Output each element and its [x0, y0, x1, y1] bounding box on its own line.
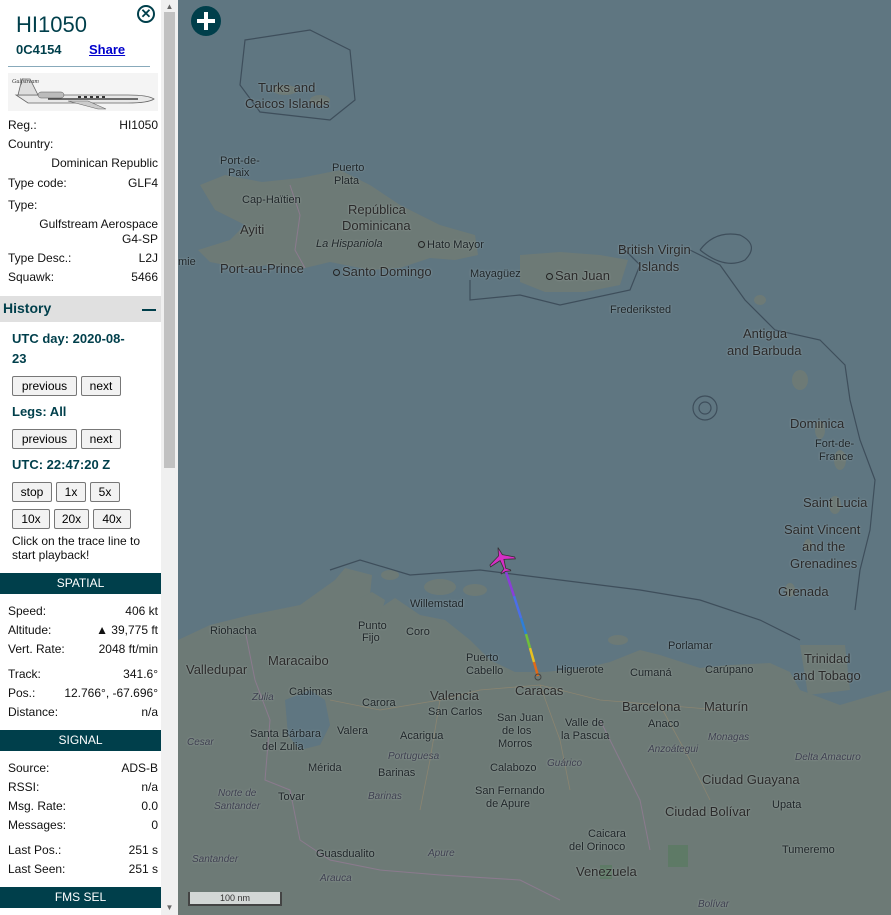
speed-40x-button[interactable]: 40x — [93, 509, 131, 529]
typedesc-value: L2J — [138, 251, 158, 265]
stop-button[interactable]: stop — [12, 482, 52, 502]
aircraft-photo[interactable]: Gulfstream — [8, 73, 158, 111]
scale-bar: 100 nm — [188, 892, 282, 906]
next-day-button[interactable]: next — [81, 376, 121, 396]
speed-1x-button[interactable]: 1x — [56, 482, 86, 502]
playback-hint: Click on the trace line to start playbac… — [12, 534, 141, 562]
puerto-rico — [520, 252, 628, 292]
photo-brand: Gulfstream — [12, 78, 39, 85]
signal-header: SIGNAL — [0, 730, 161, 751]
share-link[interactable]: Share — [89, 42, 125, 57]
map-canvas — [178, 0, 891, 915]
utc-time-label: UTC: 22:47:20 Z — [12, 457, 111, 472]
history-header[interactable]: History — [0, 296, 161, 322]
previous-leg-button[interactable]: previous — [12, 429, 77, 449]
reg-value: HI1050 — [119, 118, 158, 132]
utc-day-label: UTC day: 2020-08- — [12, 331, 125, 346]
country-value: Dominican Republic — [51, 156, 158, 170]
spatial-header: SPATIAL — [0, 573, 161, 594]
legs-label: Legs: All — [12, 404, 67, 419]
zoom-in-button[interactable] — [191, 6, 221, 36]
type-value-1: Gulfstream Aerospace — [39, 217, 158, 231]
collapse-icon[interactable] — [142, 309, 156, 311]
map-view[interactable] — [178, 0, 891, 915]
divider — [8, 66, 150, 67]
previous-day-button[interactable]: previous — [12, 376, 77, 396]
plus-icon — [197, 12, 215, 30]
next-leg-button[interactable]: next — [81, 429, 121, 449]
typecode-value: GLF4 — [127, 176, 158, 190]
speed-10x-button[interactable]: 10x — [12, 509, 50, 529]
fms-sel-header: FMS SEL — [0, 887, 161, 908]
scrollbar-thumb[interactable] — [164, 12, 175, 468]
aircraft-marker-icon[interactable] — [487, 545, 517, 575]
speed-5x-button[interactable]: 5x — [90, 482, 120, 502]
type-value-2: G4-SP — [121, 232, 158, 246]
icao-hex: 0C4154 — [16, 42, 62, 57]
history-title: History — [3, 300, 52, 316]
aircraft-info-panel: HI1050 ✕ 0C4154 Share Gulfstream Reg.: HI… — [0, 0, 179, 915]
squawk-value: 5466 — [131, 270, 158, 284]
scroll-up-icon[interactable]: ▲ — [164, 2, 175, 12]
scroll-down-icon[interactable]: ▼ — [164, 903, 175, 913]
utc-day-label-2: 23 — [12, 351, 27, 366]
speed-20x-button[interactable]: 20x — [54, 509, 89, 529]
close-icon[interactable]: ✕ — [137, 5, 155, 23]
callsign-title: HI1050 — [16, 12, 87, 37]
